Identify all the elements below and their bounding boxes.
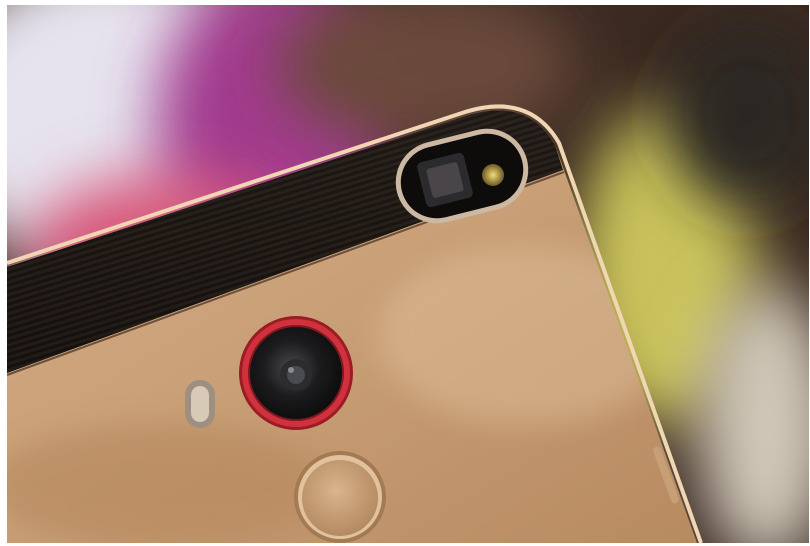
phone-photo [7, 5, 809, 543]
main-camera [239, 316, 353, 430]
fingerprint-sensor-icon [294, 451, 386, 543]
photo-frame [7, 5, 809, 543]
flash-led-icon [482, 164, 504, 186]
laser-sensor-icon [185, 380, 215, 428]
